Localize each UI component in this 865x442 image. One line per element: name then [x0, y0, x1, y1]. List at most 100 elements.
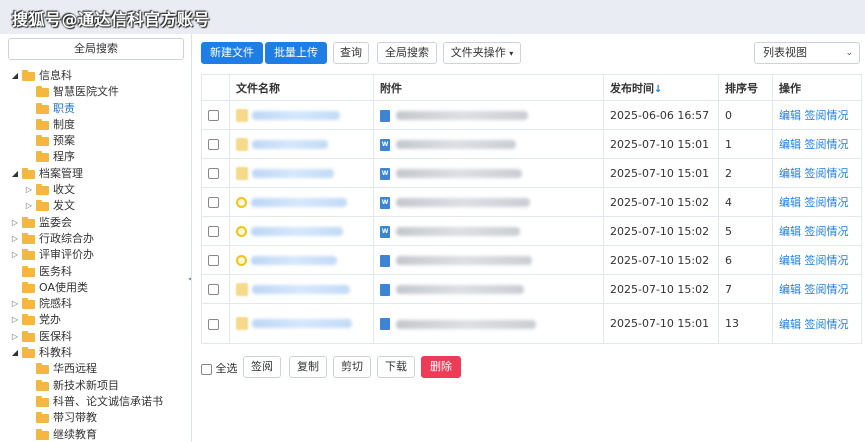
row-checkbox[interactable] [208, 139, 219, 150]
blurred-attachment-name[interactable] [396, 198, 530, 207]
read-status-link[interactable]: 签阅情况 [805, 109, 849, 122]
tree-collapsed-icon[interactable]: ▷ [10, 231, 20, 247]
file-name-cell[interactable] [229, 216, 374, 246]
tree-collapsed-icon[interactable]: ▷ [24, 198, 34, 214]
tree-item[interactable]: 智慧医院文件 [0, 84, 191, 100]
tree-item[interactable]: ◢ 信息科 [0, 68, 191, 84]
read-status-link[interactable]: 签阅情况 [805, 318, 849, 331]
row-checkbox[interactable] [208, 226, 219, 237]
blurred-attachment-name[interactable] [396, 285, 524, 294]
sort-desc-icon[interactable]: ↓ [654, 84, 662, 95]
new-file-button[interactable]: 新建文件 [201, 42, 263, 64]
copy-button[interactable]: 复制 [289, 356, 327, 378]
blurred-file-name[interactable] [251, 198, 347, 207]
attachment-cell[interactable]: W [373, 216, 604, 246]
table-row[interactable]: 2025-06-06 16:57 0 编辑 签阅情况 [201, 100, 862, 130]
delete-button[interactable]: 删除 [421, 356, 461, 378]
folder-operations-dropdown[interactable]: 文件夹操作 ▾ [443, 42, 521, 64]
sidebar-global-search-button[interactable]: 全局搜索 [8, 38, 184, 60]
row-checkbox[interactable] [208, 110, 219, 121]
blurred-file-name[interactable] [251, 256, 337, 265]
file-name-cell[interactable] [229, 100, 374, 130]
attachment-cell[interactable] [373, 245, 604, 275]
blurred-attachment-name[interactable] [396, 227, 520, 236]
tree-item[interactable]: ▷ 党办 [0, 312, 191, 328]
blurred-file-name[interactable] [252, 319, 352, 329]
file-name-cell[interactable] [229, 303, 374, 344]
header-attachment[interactable]: 附件 [373, 74, 604, 101]
attachment-cell[interactable] [373, 274, 604, 304]
tree-expanded-icon[interactable]: ◢ [10, 345, 20, 361]
blurred-file-name[interactable] [252, 139, 328, 149]
table-row[interactable]: 2025-07-10 15:02 6 编辑 签阅情况 [201, 245, 862, 275]
header-order[interactable]: 排序号 [718, 74, 773, 101]
tree-item[interactable]: ◢ 档案管理 [0, 166, 191, 182]
attachment-cell[interactable] [373, 303, 604, 344]
blurred-file-name[interactable] [252, 284, 350, 294]
read-status-link[interactable]: 签阅情况 [805, 196, 849, 209]
tree-item[interactable]: 带习带教 [0, 410, 191, 426]
file-name-cell[interactable] [229, 129, 374, 159]
tree-item[interactable]: 职责 [0, 101, 191, 117]
sidebar-collapse-icon[interactable]: ◀ [188, 274, 191, 284]
table-row[interactable]: 2025-07-10 15:02 7 编辑 签阅情况 [201, 274, 862, 304]
tree-item[interactable]: ▷ 医保科 [0, 329, 191, 345]
header-publish-time[interactable]: 发布时间↓ [603, 74, 719, 101]
tree-item[interactable]: OA使用类 [0, 280, 191, 296]
table-row[interactable]: W 2025-07-10 15:02 5 编辑 签阅情况 [201, 216, 862, 246]
tree-item[interactable]: 新技术新项目 [0, 378, 191, 394]
blurred-attachment-name[interactable] [396, 169, 522, 178]
view-mode-select[interactable]: 列表视图 ⌄ [754, 42, 860, 64]
tree-collapsed-icon[interactable]: ▷ [10, 215, 20, 231]
blurred-file-name[interactable] [252, 168, 334, 178]
blurred-attachment-name[interactable] [396, 319, 536, 329]
tree-item[interactable]: ▷ 发文 [0, 198, 191, 214]
tree-collapsed-icon[interactable]: ▷ [10, 312, 20, 328]
select-all-control[interactable]: 全选 [201, 360, 238, 376]
blurred-file-name[interactable] [252, 110, 340, 120]
file-name-cell[interactable] [229, 274, 374, 304]
blurred-attachment-name[interactable] [396, 111, 528, 120]
edit-link[interactable]: 编辑 [779, 225, 801, 238]
tree-item[interactable]: ▷ 院感科 [0, 296, 191, 312]
edit-link[interactable]: 编辑 [779, 318, 801, 331]
tree-item[interactable]: 医务科 [0, 264, 191, 280]
read-status-link[interactable]: 签阅情况 [805, 138, 849, 151]
file-name-cell[interactable] [229, 158, 374, 188]
edit-link[interactable]: 编辑 [779, 196, 801, 209]
row-checkbox[interactable] [208, 318, 219, 330]
tree-item[interactable]: 程序 [0, 149, 191, 165]
edit-link[interactable]: 编辑 [779, 138, 801, 151]
select-all-checkbox[interactable] [201, 363, 212, 375]
row-checkbox[interactable] [208, 255, 219, 266]
tree-collapsed-icon[interactable]: ▷ [10, 329, 20, 345]
header-file-name[interactable]: 文件名称 [229, 74, 374, 101]
row-checkbox[interactable] [208, 197, 219, 208]
download-button[interactable]: 下载 [377, 356, 415, 378]
table-row[interactable]: W 2025-07-10 15:01 1 编辑 签阅情况 [201, 129, 862, 159]
attachment-cell[interactable] [373, 100, 604, 130]
tree-item[interactable]: ◢ 科教科 [0, 345, 191, 361]
tree-item[interactable]: 预案 [0, 133, 191, 149]
tree-expanded-icon[interactable]: ◢ [10, 166, 20, 182]
edit-link[interactable]: 编辑 [779, 254, 801, 267]
tree-collapsed-icon[interactable]: ▷ [10, 247, 20, 263]
batch-upload-button[interactable]: 批量上传 [265, 42, 327, 64]
table-row[interactable]: 2025-07-10 15:01 13 编辑 签阅情况 [201, 303, 862, 344]
query-button[interactable]: 查询 [333, 42, 369, 64]
file-name-cell[interactable] [229, 187, 374, 217]
tree-expanded-icon[interactable]: ◢ [10, 68, 20, 84]
read-status-link[interactable]: 签阅情况 [805, 283, 849, 296]
cut-button[interactable]: 剪切 [333, 356, 371, 378]
edit-link[interactable]: 编辑 [779, 283, 801, 296]
read-status-link[interactable]: 签阅情况 [805, 225, 849, 238]
file-name-cell[interactable] [229, 245, 374, 275]
tree-item[interactable]: ▷ 评审评价办 [0, 247, 191, 263]
tree-item[interactable]: ▷ 收文 [0, 182, 191, 198]
blurred-file-name[interactable] [251, 227, 343, 236]
read-status-link[interactable]: 签阅情况 [805, 254, 849, 267]
blurred-attachment-name[interactable] [396, 256, 532, 265]
tree-item[interactable]: 科普、论文诚信承诺书 [0, 394, 191, 410]
read-status-link[interactable]: 签阅情况 [805, 167, 849, 180]
row-checkbox[interactable] [208, 284, 219, 295]
